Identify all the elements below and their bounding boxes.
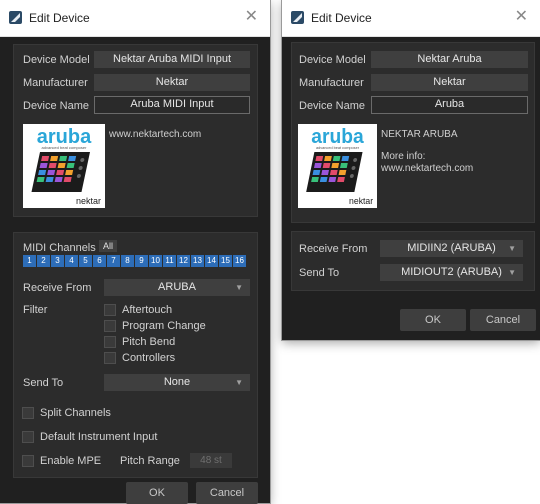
- device-model-label: Device Model: [299, 54, 366, 66]
- channel-button-8[interactable]: 8: [121, 255, 134, 267]
- device-model-field: Nektar Aruba: [371, 51, 528, 68]
- send-to-dropdown[interactable]: None ▼: [104, 374, 250, 391]
- manufacturer-label: Manufacturer: [299, 77, 364, 89]
- logo-tagline: advanced beat composer: [42, 145, 88, 150]
- manufacturer-label: Manufacturer: [23, 77, 88, 89]
- chevron-down-icon: ▼: [508, 268, 516, 277]
- device-name-input[interactable]: Aruba MIDI Input: [94, 96, 250, 114]
- send-to-value: MIDIOUT2 (ARUBA): [401, 266, 502, 278]
- filter-label: Filter: [23, 304, 48, 316]
- controllers-checkbox[interactable]: [104, 352, 116, 364]
- ok-button[interactable]: OK: [400, 309, 466, 331]
- send-to-label: Send To: [299, 267, 340, 279]
- pitch-bend-checkbox[interactable]: [104, 336, 116, 348]
- device-name-input[interactable]: Aruba: [371, 96, 528, 114]
- logo-maker: nektar: [76, 196, 101, 206]
- channel-button-11[interactable]: 11: [163, 255, 176, 267]
- cancel-button[interactable]: Cancel: [470, 309, 536, 331]
- edit-device-dialog-left: Edit Device ✕ Device Model Nektar Aruba …: [0, 0, 270, 504]
- app-icon: [291, 11, 304, 24]
- receive-from-dropdown[interactable]: ARUBA ▼: [104, 279, 250, 296]
- logo-maker: nektar: [349, 196, 373, 206]
- controllers-label: Controllers: [122, 352, 176, 364]
- channel-button-2[interactable]: 2: [37, 255, 50, 267]
- manufacturer-field: Nektar: [94, 74, 250, 91]
- aruba-logo: aruba advanced beat composer nektar: [298, 124, 377, 208]
- receive-from-label: Receive From: [299, 243, 368, 255]
- channel-button-7[interactable]: 7: [107, 255, 120, 267]
- manufacturer-field: Nektar: [371, 74, 528, 91]
- title-bar[interactable]: Edit Device ✕: [0, 0, 270, 37]
- info-title: NEKTAR ARUBA: [381, 129, 458, 140]
- chevron-down-icon: ▼: [235, 283, 243, 292]
- chevron-down-icon: ▼: [235, 378, 243, 387]
- channel-button-15[interactable]: 15: [219, 255, 232, 267]
- channel-button-1[interactable]: 1: [23, 255, 36, 267]
- channel-button-16[interactable]: 16: [233, 255, 246, 267]
- window-title: Edit Device: [29, 11, 90, 25]
- receive-from-dropdown[interactable]: MIDIIN2 (ARUBA) ▼: [380, 240, 523, 257]
- close-icon[interactable]: ✕: [245, 8, 258, 26]
- logo-tagline: advanced beat composer: [316, 145, 360, 150]
- receive-from-value: ARUBA: [158, 281, 196, 293]
- aftertouch-checkbox[interactable]: [104, 304, 116, 316]
- program-change-checkbox[interactable]: [104, 320, 116, 332]
- ok-button[interactable]: OK: [126, 482, 188, 504]
- send-to-label: Send To: [23, 377, 64, 389]
- send-to-dropdown[interactable]: MIDIOUT2 (ARUBA) ▼: [380, 264, 523, 281]
- channel-button-10[interactable]: 10: [149, 255, 162, 267]
- title-bar[interactable]: Edit Device ✕: [282, 0, 540, 37]
- device-name-label: Device Name: [299, 100, 366, 112]
- program-change-label: Program Change: [122, 320, 206, 332]
- pitch-range-label: Pitch Range: [120, 455, 180, 467]
- default-instrument-label: Default Instrument Input: [40, 431, 158, 443]
- device-model-label: Device Model: [23, 54, 90, 66]
- info-url: www.nektartech.com: [109, 129, 202, 140]
- split-channels-label: Split Channels: [40, 407, 111, 419]
- channel-button-3[interactable]: 3: [51, 255, 64, 267]
- split-channels-checkbox[interactable]: [22, 407, 34, 419]
- channel-button-4[interactable]: 4: [65, 255, 78, 267]
- enable-mpe-label: Enable MPE: [40, 455, 102, 467]
- channel-button-13[interactable]: 13: [191, 255, 204, 267]
- aruba-logo: aruba advanced beat composer nektar: [23, 124, 105, 208]
- channel-button-14[interactable]: 14: [205, 255, 218, 267]
- receive-from-label: Receive From: [23, 282, 92, 294]
- app-icon: [9, 11, 22, 24]
- channel-button-5[interactable]: 5: [79, 255, 92, 267]
- pitch-bend-label: Pitch Bend: [122, 336, 176, 348]
- enable-mpe-checkbox[interactable]: [22, 455, 34, 467]
- device-name-label: Device Name: [23, 100, 90, 112]
- cancel-button[interactable]: Cancel: [196, 482, 258, 504]
- device-model-field: Nektar Aruba MIDI Input: [94, 51, 250, 68]
- midi-channels-label: MIDI Channels: [23, 242, 96, 254]
- channel-button-12[interactable]: 12: [177, 255, 190, 267]
- info-url: www.nektartech.com: [381, 163, 474, 174]
- close-icon[interactable]: ✕: [515, 8, 528, 26]
- chevron-down-icon: ▼: [508, 244, 516, 253]
- pitch-range-input[interactable]: 48 st: [190, 453, 232, 468]
- channel-button-9[interactable]: 9: [135, 255, 148, 267]
- send-to-value: None: [163, 376, 191, 388]
- all-channels-button[interactable]: All: [99, 240, 117, 252]
- window-title: Edit Device: [311, 11, 372, 25]
- receive-from-value: MIDIIN2 (ARUBA): [407, 242, 496, 254]
- channel-button-6[interactable]: 6: [93, 255, 106, 267]
- aftertouch-label: Aftertouch: [122, 304, 173, 316]
- default-instrument-checkbox[interactable]: [22, 431, 34, 443]
- edit-device-dialog-right: Edit Device ✕ Device Model Nektar Aruba …: [282, 0, 540, 340]
